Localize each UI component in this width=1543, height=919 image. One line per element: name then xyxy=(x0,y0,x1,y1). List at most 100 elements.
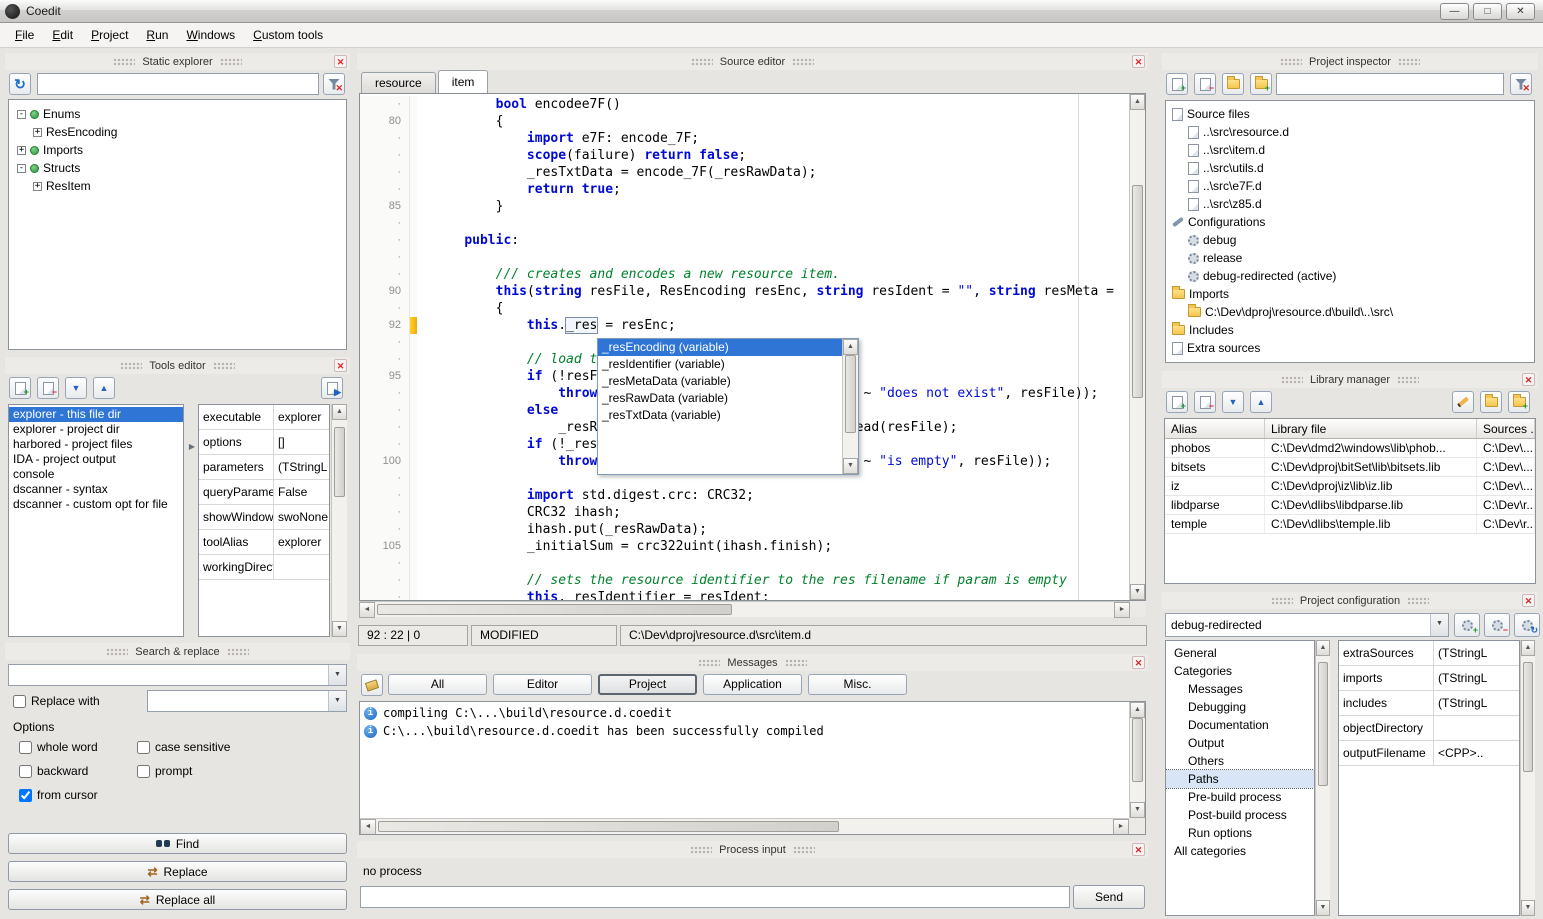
completion-item[interactable]: _resEncoding (variable) xyxy=(598,339,842,356)
scroll-arrow-icon[interactable]: ▼ xyxy=(332,621,347,637)
category-general[interactable]: General xyxy=(1166,644,1314,662)
menu-windows[interactable]: Windows xyxy=(177,24,244,46)
inspector-item-includes[interactable]: Includes xyxy=(1166,321,1534,339)
filter-button[interactable]: ✕ xyxy=(323,73,345,95)
send-button[interactable]: Send xyxy=(1073,885,1145,909)
property-value[interactable] xyxy=(274,555,329,579)
checkbox-from-cursor[interactable]: from cursor xyxy=(19,786,137,804)
message-log[interactable]: icompiling C:\...\build\resource.d.coedi… xyxy=(359,701,1146,835)
category-output[interactable]: Output xyxy=(1166,734,1314,752)
close-panel-button[interactable]: ✕ xyxy=(334,55,347,68)
move-tool-down-button[interactable]: ▼ xyxy=(65,377,87,399)
library-row-bitsets[interactable]: bitsetsC:\Dev\dproj\bitSet\lib\bitsets.l… xyxy=(1165,458,1535,477)
configuration-selector[interactable]: debug-redirected ▼ xyxy=(1165,613,1449,637)
scroll-thumb[interactable] xyxy=(377,604,732,615)
checkbox-input-from-cursor[interactable] xyxy=(19,789,32,802)
checkbox-prompt[interactable]: prompt xyxy=(137,762,339,780)
add-library-folder-button[interactable]: + xyxy=(1508,391,1530,413)
property-value[interactable]: (TStringL xyxy=(1434,666,1519,690)
dock-grip[interactable] xyxy=(792,58,814,66)
filter-editor[interactable]: Editor xyxy=(493,674,592,695)
filter-all[interactable]: All xyxy=(388,674,487,695)
dock-grip[interactable] xyxy=(793,846,815,854)
completion-item[interactable]: _resMetaData (variable) xyxy=(598,373,842,390)
scroll-thumb[interactable] xyxy=(1132,718,1143,782)
move-tool-up-button[interactable]: ▲ xyxy=(93,377,115,399)
process-input-field[interactable] xyxy=(360,886,1070,908)
property-value[interactable]: (TStringL xyxy=(1434,691,1519,715)
categories-scrollbar[interactable]: ▲▼ xyxy=(1315,640,1330,916)
scroll-arrow-icon[interactable]: ◄ xyxy=(360,819,376,835)
column-header-library-file[interactable]: Library file xyxy=(1265,419,1477,438)
scroll-thumb[interactable] xyxy=(1132,185,1143,398)
dropdown-arrow-icon[interactable]: ▼ xyxy=(328,691,346,711)
dock-grip[interactable] xyxy=(690,846,712,854)
tool-item-dscanner-custom-opt-for-file[interactable]: dscanner - custom opt for file xyxy=(9,497,183,512)
clone-configuration-button[interactable]: ↻ xyxy=(1514,613,1540,637)
dock-grip[interactable] xyxy=(1271,597,1293,605)
add-tool-button[interactable]: + xyxy=(9,377,31,399)
add-folder-sources-button[interactable]: + xyxy=(1250,73,1272,95)
refresh-button[interactable]: ↻ xyxy=(9,73,31,95)
category-documentation[interactable]: Documentation xyxy=(1166,716,1314,734)
checkbox-backward[interactable]: backward xyxy=(19,762,137,780)
tool-item-dscanner-syntax[interactable]: dscanner - syntax xyxy=(9,482,183,497)
scroll-arrow-icon[interactable]: ► xyxy=(1113,819,1129,835)
tree-toggle-icon[interactable]: + xyxy=(33,182,42,191)
tree-item-resencoding[interactable]: +ResEncoding xyxy=(9,123,346,141)
remove-library-button[interactable]: − xyxy=(1194,391,1216,413)
checkbox-input-case-sensitive[interactable] xyxy=(137,741,150,754)
library-row-libdparse[interactable]: libdparseC:\Dev\dlibs\libdparse.libC:\De… xyxy=(1165,496,1535,515)
dock-grip[interactable] xyxy=(1397,376,1419,384)
close-panel-button[interactable]: ✕ xyxy=(1132,55,1145,68)
scroll-arrow-icon[interactable]: ▲ xyxy=(1316,640,1330,656)
tree-toggle-icon[interactable]: - xyxy=(17,110,26,119)
tree-item-enums[interactable]: -Enums xyxy=(9,105,346,123)
close-panel-button[interactable]: ✕ xyxy=(1522,373,1535,386)
inspector-item-extra-sources[interactable]: Extra sources xyxy=(1166,339,1534,357)
message-line[interactable]: iC:\...\build\resource.d.coedit has been… xyxy=(360,722,1128,740)
add-library-button[interactable]: + xyxy=(1166,391,1188,413)
filter-misc[interactable]: Misc. xyxy=(808,674,907,695)
remove-configuration-button[interactable]: − xyxy=(1484,613,1510,637)
tool-item-console[interactable]: console xyxy=(9,467,183,482)
inspector-item-src-z85-d[interactable]: ..\src\z85.d xyxy=(1166,195,1534,213)
checkbox-case-sensitive[interactable]: case sensitive xyxy=(137,738,339,756)
category-paths[interactable]: Paths xyxy=(1166,770,1314,788)
close-panel-button[interactable]: ✕ xyxy=(334,359,347,372)
library-row-iz[interactable]: izC:\Dev\dproj\iz\lib\iz.libC:\Dev\... xyxy=(1165,477,1535,496)
dock-grip[interactable] xyxy=(106,648,128,656)
property-value[interactable]: <CPP>.. xyxy=(1434,741,1519,765)
dock-grip[interactable] xyxy=(698,659,720,667)
filter-button[interactable]: ✕ xyxy=(1510,73,1532,95)
clone-tool-button[interactable]: ▶ xyxy=(321,377,343,399)
editor-vertical-scrollbar[interactable]: ▲▼ xyxy=(1129,94,1145,600)
inspector-item-debug[interactable]: debug xyxy=(1166,231,1534,249)
completion-item[interactable]: _resIdentifier (variable) xyxy=(598,356,842,373)
scroll-thumb[interactable] xyxy=(334,427,345,497)
inspector-item-c-dev-dproj-resource-d-build-src[interactable]: C:\Dev\dproj\resource.d\build\..\src\ xyxy=(1166,303,1534,321)
tree-item-structs[interactable]: -Structs xyxy=(9,159,346,177)
find-button[interactable]: Find xyxy=(8,833,347,854)
tree-item-imports[interactable]: +Imports xyxy=(9,141,346,159)
replace-with-checkbox-input[interactable] xyxy=(13,695,26,708)
property-value[interactable]: False xyxy=(274,480,329,504)
inspector-item-imports[interactable]: Imports xyxy=(1166,285,1534,303)
message-line[interactable]: icompiling C:\...\build\resource.d.coedi… xyxy=(360,704,1128,722)
tree-item-resitem[interactable]: +ResItem xyxy=(9,177,346,195)
category-all-categories[interactable]: All categories xyxy=(1166,842,1314,860)
open-library-file-button[interactable] xyxy=(1480,391,1502,413)
dock-grip[interactable] xyxy=(785,659,807,667)
category-messages[interactable]: Messages xyxy=(1166,680,1314,698)
messages-horizontal-scrollbar[interactable]: ◄► xyxy=(360,818,1129,834)
property-value[interactable]: explorer xyxy=(274,405,329,429)
add-folder-button[interactable] xyxy=(1222,73,1244,95)
inspector-item-src-item-d[interactable]: ..\src\item.d xyxy=(1166,141,1534,159)
scroll-arrow-icon[interactable]: ▲ xyxy=(1130,94,1145,110)
dropdown-arrow-icon[interactable]: ▼ xyxy=(1430,614,1448,636)
scroll-arrow-icon[interactable]: ▲ xyxy=(1130,702,1145,718)
remove-source-button[interactable]: − xyxy=(1194,73,1216,95)
tree-toggle-icon[interactable]: + xyxy=(17,146,26,155)
symbol-search-input[interactable] xyxy=(37,73,319,95)
search-term-combo[interactable]: ▼ xyxy=(8,664,347,686)
